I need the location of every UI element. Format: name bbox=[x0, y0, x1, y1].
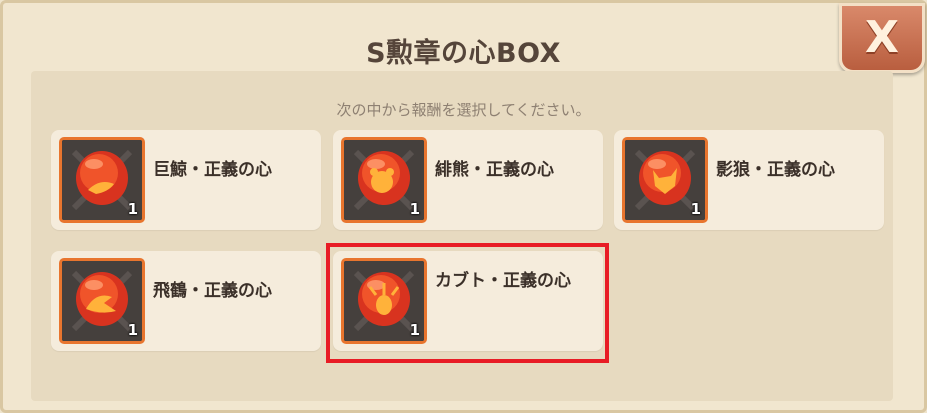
reward-card-whale[interactable]: 1 巨鯨・正義の心 bbox=[51, 130, 321, 230]
reward-card-wolf[interactable]: 1 影狼・正義の心 bbox=[614, 130, 884, 230]
crane-gem-icon: 1 bbox=[59, 258, 145, 344]
reward-label: 影狼・正義の心 bbox=[716, 160, 835, 180]
selection-highlight bbox=[326, 243, 609, 363]
wolf-gem-icon: 1 bbox=[622, 137, 708, 223]
close-icon: X bbox=[865, 12, 899, 63]
close-button[interactable]: X bbox=[839, 3, 925, 73]
bear-gem-icon: 1 bbox=[341, 137, 427, 223]
dialog-title: S勲章の心BOX bbox=[366, 38, 561, 69]
reward-label: 飛鶴・正義の心 bbox=[153, 281, 272, 301]
instruction-text: 次の中から報酬を選択してください。 bbox=[336, 101, 591, 119]
reward-dialog: S勲章の心BOX X 次の中から報酬を選択してください。 1 巨鯨・正義の心 1… bbox=[0, 0, 927, 413]
reward-card-bear[interactable]: 1 緋熊・正義の心 bbox=[333, 130, 603, 230]
whale-gem-icon: 1 bbox=[59, 137, 145, 223]
reward-card-crane[interactable]: 1 飛鶴・正義の心 bbox=[51, 251, 321, 351]
reward-label: 巨鯨・正義の心 bbox=[153, 160, 272, 180]
reward-label: 緋熊・正義の心 bbox=[435, 160, 554, 180]
